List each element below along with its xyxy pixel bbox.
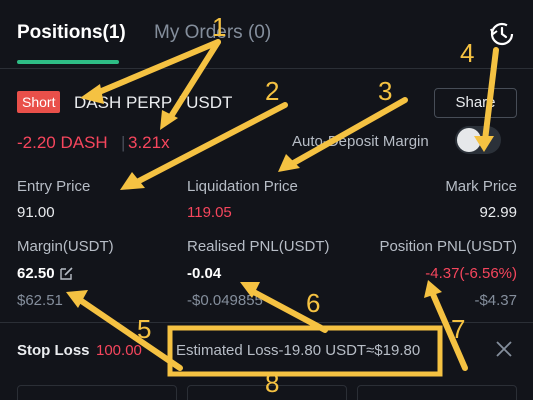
auto-deposit-toggle[interactable] bbox=[455, 126, 501, 154]
auto-deposit-label: Auto-Deposit Margin bbox=[292, 133, 429, 150]
annotation-marker: 3 bbox=[378, 76, 392, 106]
liquidation-price-label: Liquidation Price bbox=[187, 178, 298, 195]
position-pnl-label: Position PNL(USDT) bbox=[379, 238, 517, 255]
bottom-action-button[interactable] bbox=[187, 385, 347, 400]
stop-loss-value: 100.00 bbox=[96, 342, 142, 359]
realised-pnl-usd: -$0.049855 bbox=[187, 292, 263, 309]
row-divider bbox=[0, 322, 533, 323]
symbol-name[interactable]: DASH PERP / USDT bbox=[74, 93, 232, 113]
header-divider bbox=[0, 68, 533, 69]
margin-usd: $62.51 bbox=[17, 292, 63, 309]
estimated-loss: Estimated Loss-19.80 USDT≈$19.80 bbox=[176, 342, 421, 359]
edit-icon[interactable] bbox=[60, 266, 74, 280]
stop-loss-label: Stop Loss bbox=[17, 342, 90, 359]
leverage[interactable]: 3.21x bbox=[128, 133, 170, 153]
history-icon[interactable] bbox=[488, 20, 516, 48]
annotation-marker: 6 bbox=[306, 288, 320, 318]
entry-price-value: 91.00 bbox=[17, 204, 55, 221]
bottom-action-button[interactable] bbox=[357, 385, 517, 400]
share-button[interactable]: Share bbox=[434, 88, 517, 118]
entry-price-label: Entry Price bbox=[17, 178, 91, 195]
realised-pnl-label: Realised PNL(USDT) bbox=[187, 238, 330, 255]
mark-price-value: 92.99 bbox=[479, 204, 517, 221]
margin-value: 62.50 bbox=[17, 265, 55, 282]
annotation-marker: 5 bbox=[137, 314, 151, 344]
toggle-knob bbox=[457, 128, 481, 152]
position-size: -2.20 DASH bbox=[17, 133, 108, 152]
annotation-marker: 7 bbox=[451, 314, 465, 344]
size-separator: | bbox=[121, 133, 126, 152]
margin-label: Margin(USDT) bbox=[17, 238, 114, 255]
position-pnl-value: -4.37(-6.56%) bbox=[425, 265, 517, 282]
realised-pnl-value: -0.04 bbox=[187, 265, 222, 282]
liquidation-price-value: 119.05 bbox=[187, 204, 232, 221]
side-badge: Short bbox=[17, 91, 61, 113]
position-pnl-usd: -$4.37 bbox=[474, 292, 517, 309]
active-tab-indicator bbox=[17, 60, 119, 64]
mark-price-label: Mark Price bbox=[445, 178, 517, 195]
bottom-action-button[interactable] bbox=[17, 385, 177, 400]
tab-my-orders[interactable]: My Orders (0) bbox=[154, 22, 271, 44]
tab-positions[interactable]: Positions(1) bbox=[17, 22, 126, 44]
annotation-marker: 4 bbox=[460, 38, 474, 68]
annotation-marker: 2 bbox=[265, 76, 279, 106]
close-icon[interactable] bbox=[495, 340, 513, 358]
